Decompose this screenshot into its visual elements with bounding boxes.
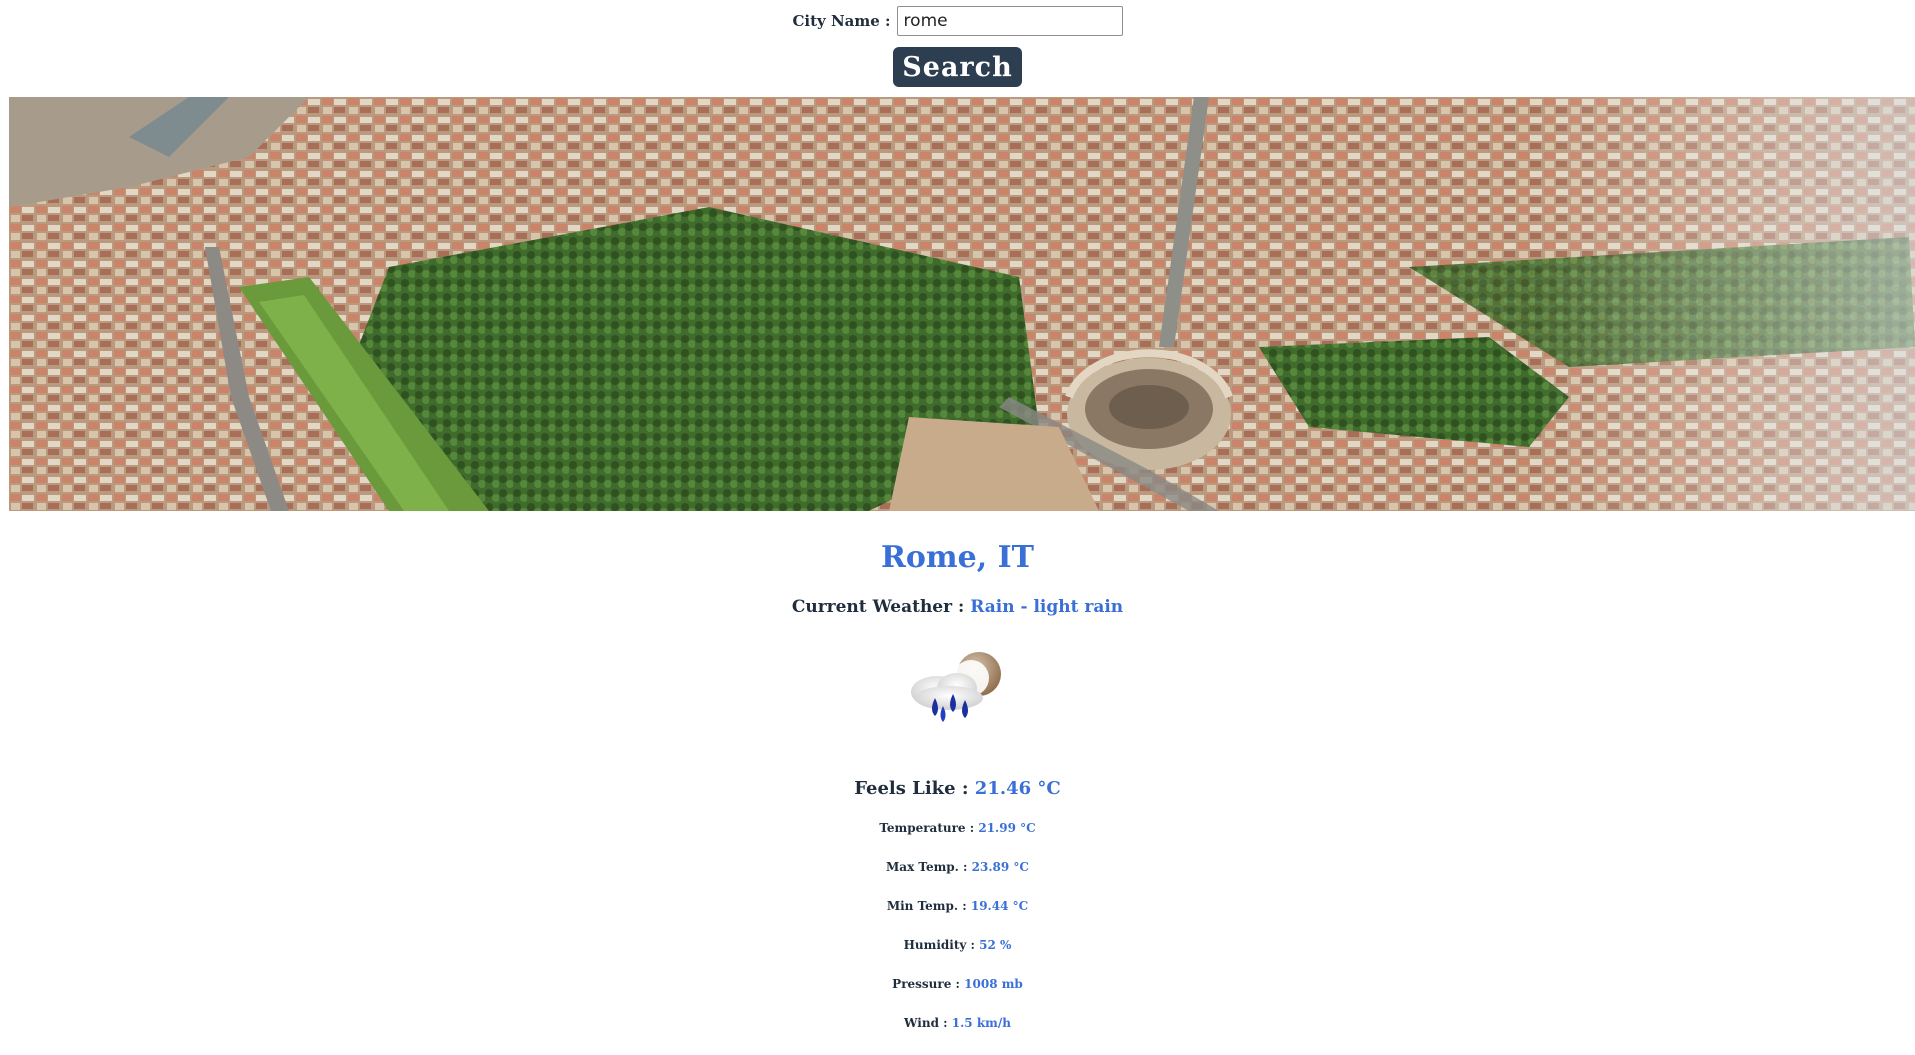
stat-label: Pressure : bbox=[892, 977, 960, 991]
stat-label: Humidity : bbox=[903, 938, 975, 952]
current-weather-label: Current Weather : bbox=[791, 597, 965, 617]
stat-value: 1008 mb bbox=[964, 977, 1023, 991]
stat-temperature: Temperature : 21.99 °C bbox=[0, 819, 1915, 837]
stat-value: 23.89 °C bbox=[971, 860, 1029, 874]
search-button[interactable]: Search bbox=[893, 47, 1022, 87]
stat-value: 19.44 °C bbox=[970, 899, 1029, 913]
stat-wind: Wind : 1.5 km/h bbox=[0, 1014, 1915, 1032]
stat-max-temp: Max Temp. : 23.89 °C bbox=[0, 858, 1915, 876]
stat-value: 21.99 °C bbox=[978, 821, 1036, 835]
city-name-label: City Name : bbox=[792, 12, 891, 30]
stat-label: Wind : bbox=[904, 1016, 948, 1030]
light-rain-night-icon bbox=[903, 648, 1013, 730]
stat-label: Min Temp. : bbox=[886, 899, 967, 913]
city-name-input[interactable] bbox=[896, 6, 1123, 36]
stat-value: 52 % bbox=[979, 938, 1012, 952]
feels-like: Feels Like : 21.46 °C bbox=[0, 776, 1915, 802]
stat-label: Temperature : bbox=[879, 821, 975, 835]
stat-value: 1.5 km/h bbox=[951, 1016, 1011, 1030]
current-weather-value: Rain - light rain bbox=[970, 597, 1124, 617]
stat-humidity: Humidity : 52 % bbox=[0, 936, 1915, 954]
search-row: City Name : bbox=[0, 4, 1915, 38]
weather-info: Rome, IT Current Weather : Rain - light … bbox=[0, 536, 1915, 1032]
city-title: Rome, IT bbox=[880, 540, 1035, 575]
feels-like-value: 21.46 °C bbox=[974, 778, 1061, 799]
city-hero-image bbox=[9, 97, 1915, 511]
stat-min-temp: Min Temp. : 19.44 °C bbox=[0, 897, 1915, 915]
stat-label: Max Temp. : bbox=[886, 860, 968, 874]
search-button-row: Search bbox=[0, 47, 1915, 87]
current-weather: Current Weather : Rain - light rain bbox=[0, 594, 1915, 620]
stat-pressure: Pressure : 1008 mb bbox=[0, 975, 1915, 993]
feels-like-label: Feels Like : bbox=[854, 778, 969, 799]
